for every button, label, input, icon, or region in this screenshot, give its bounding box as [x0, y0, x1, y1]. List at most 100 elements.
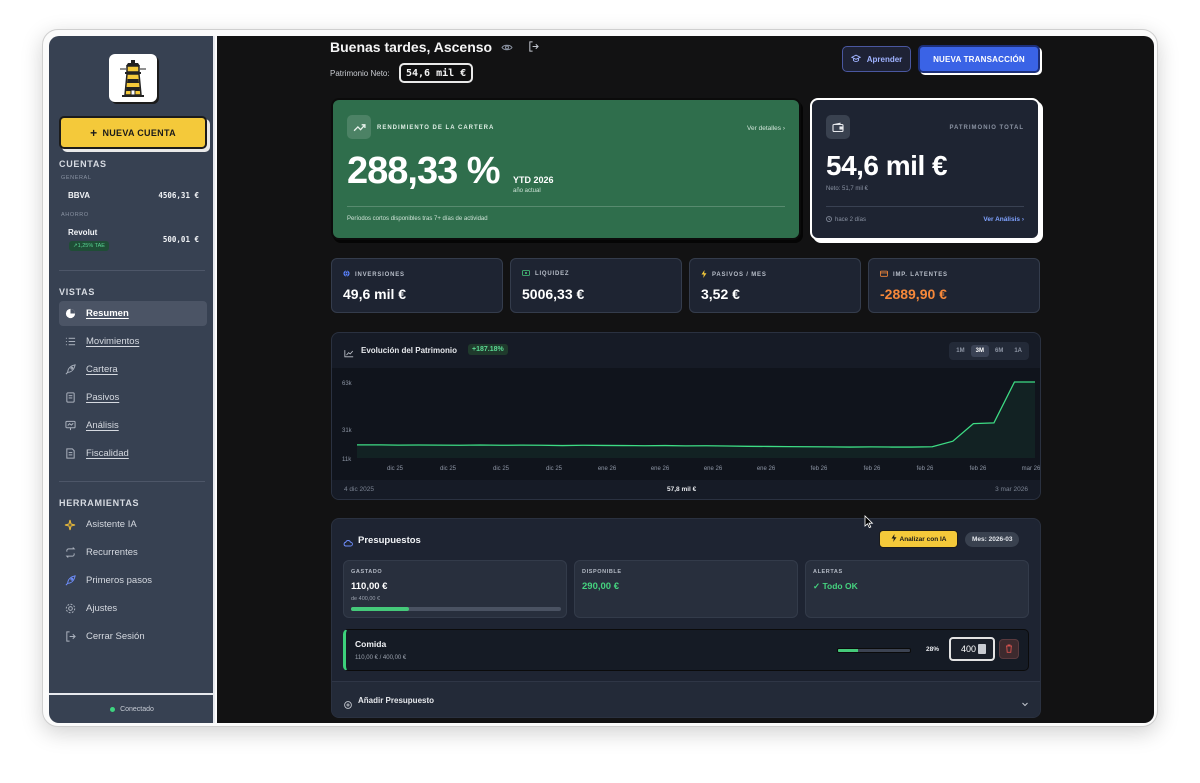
- view-details-link[interactable]: Ver detalles ›: [747, 125, 785, 132]
- receipt-icon: [64, 392, 76, 404]
- total-value: 54,6 mil €: [826, 150, 948, 181]
- budget-name: Comida: [355, 639, 387, 649]
- app-window: + NUEVA CUENTA CUENTAS GENERAL BBVA 4506…: [42, 29, 1158, 727]
- sidebar-divider: [59, 270, 205, 271]
- chart-plot-area[interactable]: 63k 31k 11k dic 25 dic 25 dic 25 dic 25 ene 26 e…: [332, 368, 1040, 480]
- performance-value: 288,33 %: [347, 150, 501, 192]
- total-title: PATRIMONIO TOTAL: [949, 125, 1024, 131]
- clock-icon: [826, 216, 832, 224]
- sidebar-item-movimientos[interactable]: Movimientos: [59, 329, 207, 354]
- logout-icon[interactable]: [528, 39, 539, 55]
- sidebar-item-cartera[interactable]: Cartera: [59, 357, 207, 382]
- new-account-button[interactable]: + NUEVA CUENTA: [59, 116, 207, 149]
- sidebar-item-label: Resumen: [86, 308, 129, 319]
- globe-icon: [343, 270, 350, 279]
- stat-label-text: LIQUIDEZ: [535, 271, 570, 277]
- budget-limit-value: 400: [961, 644, 977, 654]
- line-chart-icon: [344, 345, 354, 363]
- net-worth-label: Patrimonio Neto:: [330, 69, 390, 78]
- stat-card-liquidez: LIQUIDEZ 5006,33 €: [510, 258, 682, 313]
- add-budget-label: Añadir Presupuesto: [358, 696, 435, 705]
- sidebar-item-ajustes[interactable]: Ajustes: [59, 596, 207, 621]
- x-tick-label: ene 26: [757, 466, 776, 472]
- account-value-bbva: 4506,31 €: [158, 191, 199, 200]
- trending-up-icon: [347, 115, 371, 139]
- sidebar: + NUEVA CUENTA CUENTAS GENERAL BBVA 4506…: [49, 36, 215, 723]
- account-value-revolut: 500,01 €: [162, 235, 199, 244]
- month-badge[interactable]: Mes: 2026-03: [965, 532, 1020, 547]
- y-tick-label: 11k: [342, 457, 352, 463]
- x-tick-label: feb 26: [864, 466, 881, 472]
- range-1a[interactable]: 1A: [1009, 345, 1027, 357]
- presentation-icon: [64, 420, 76, 432]
- plus-circle-icon: [344, 696, 352, 714]
- sidebar-item-asistente-ia[interactable]: Asistente IA: [59, 512, 207, 537]
- add-budget-row[interactable]: Añadir Presupuesto: [332, 681, 1040, 717]
- stat-card-impuestos-latentes: IMP. LATENTES -2889,90 €: [868, 258, 1040, 313]
- sidebar-item-recurrentes[interactable]: Recurrentes: [59, 540, 207, 565]
- delete-budget-button[interactable]: [999, 639, 1019, 659]
- sidebar-item-analisis[interactable]: Análisis: [59, 413, 207, 438]
- chevron-down-icon: [1021, 695, 1029, 713]
- stat-card-pasivos: PASIVOS / MES 3,52 €: [689, 258, 861, 313]
- available-value: 290,00 €: [582, 581, 619, 592]
- range-3m[interactable]: 3M: [970, 345, 989, 357]
- spinner-icon[interactable]: [978, 644, 987, 654]
- eye-icon[interactable]: [501, 39, 513, 55]
- spent-box: GASTADO 110,00 € de 400,00 €: [343, 560, 567, 618]
- y-tick-label: 31k: [342, 428, 353, 434]
- account-group-label: GENERAL: [61, 175, 92, 181]
- x-tick-label: feb 26: [811, 466, 828, 472]
- wealth-evolution-chart: Evolución del Patrimonio +187.18% 1M 3M …: [331, 332, 1041, 500]
- range-6m[interactable]: 6M: [990, 345, 1008, 357]
- sidebar-item-label: Análisis: [86, 420, 119, 431]
- status-label: Conectado: [120, 705, 154, 713]
- performance-footnote: Períodos cortos disponibles tras 7+ días…: [347, 216, 488, 222]
- x-tick-label: feb 26: [970, 466, 987, 472]
- stat-label-text: PASIVOS / MES: [712, 272, 767, 278]
- stat-label-text: INVERSIONES: [355, 271, 405, 278]
- account-name-revolut[interactable]: Revolut: [68, 228, 97, 237]
- gear-icon: [64, 603, 76, 615]
- chart-hover-value: 57,8 mil €: [667, 486, 697, 493]
- sidebar-item-fiscalidad[interactable]: Fiscalidad: [59, 441, 207, 466]
- x-tick-label: ene 26: [704, 466, 723, 472]
- series-line: [357, 381, 1035, 448]
- sidebar-item-resumen[interactable]: Resumen: [59, 301, 207, 326]
- stat-value: 49,6 mil €: [343, 286, 407, 302]
- sidebar-item-cerrar-sesion[interactable]: Cerrar Sesión: [59, 624, 207, 649]
- learn-button[interactable]: Aprender: [842, 46, 911, 72]
- view-details-label: Ver detalles: [747, 125, 782, 132]
- chart-svg: 63k 31k 11k dic 25 dic 25 dic 25 dic 25 ene 26 e…: [342, 381, 1040, 472]
- budgets-card: Presupuestos Analizar con IA Mes: 2026-0…: [331, 518, 1041, 718]
- chart-title: Evolución del Patrimonio: [361, 346, 458, 355]
- account-name-bbva[interactable]: BBVA: [68, 191, 90, 200]
- y-tick-label: 63k: [342, 381, 353, 387]
- stat-value: 3,52 €: [701, 286, 740, 302]
- budget-row-comida: Comida 110,00 € / 400,00 € 28% 400: [343, 629, 1029, 671]
- lighthouse-logo: [109, 54, 157, 102]
- net-worth-badge: 54,6 mil €: [399, 63, 474, 83]
- range-selector: 1M 3M 6M 1A: [949, 342, 1029, 360]
- budget-limit-input[interactable]: 400: [949, 637, 995, 661]
- sidebar-item-pasivos[interactable]: Pasivos: [59, 385, 207, 410]
- spent-progress-bar: [351, 607, 561, 611]
- connection-status: Conectado: [49, 693, 215, 723]
- stat-card-inversiones: INVERSIONES 49,6 mil €: [331, 258, 503, 313]
- new-transaction-button[interactable]: NUEVA TRANSACCIÓN: [918, 45, 1040, 73]
- range-1m[interactable]: 1M: [951, 345, 969, 357]
- portfolio-performance-card: RENDIMIENTO DE LA CARTERA Ver detalles ›…: [331, 98, 801, 240]
- view-analysis-link[interactable]: Ver Análisis ›: [983, 216, 1024, 223]
- bolt-icon: [891, 534, 897, 544]
- budgets-title: Presupuestos: [358, 535, 421, 546]
- chart-header: Evolución del Patrimonio +187.18% 1M 3M …: [332, 333, 1040, 368]
- wallet-icon: [880, 270, 888, 279]
- sidebar-item-label: Cartera: [86, 364, 118, 375]
- analyze-with-ai-button[interactable]: Analizar con IA: [879, 530, 958, 548]
- new-account-label: NUEVA CUENTA: [102, 127, 176, 138]
- performance-period-sub: año actual: [513, 188, 541, 194]
- available-box: DISPONIBLE 290,00 €: [574, 560, 798, 618]
- sidebar-item-primeros-pasos[interactable]: Primeros pasos: [59, 568, 207, 593]
- view-analysis-label: Ver Análisis: [983, 216, 1021, 223]
- sparkle-icon: [64, 519, 76, 531]
